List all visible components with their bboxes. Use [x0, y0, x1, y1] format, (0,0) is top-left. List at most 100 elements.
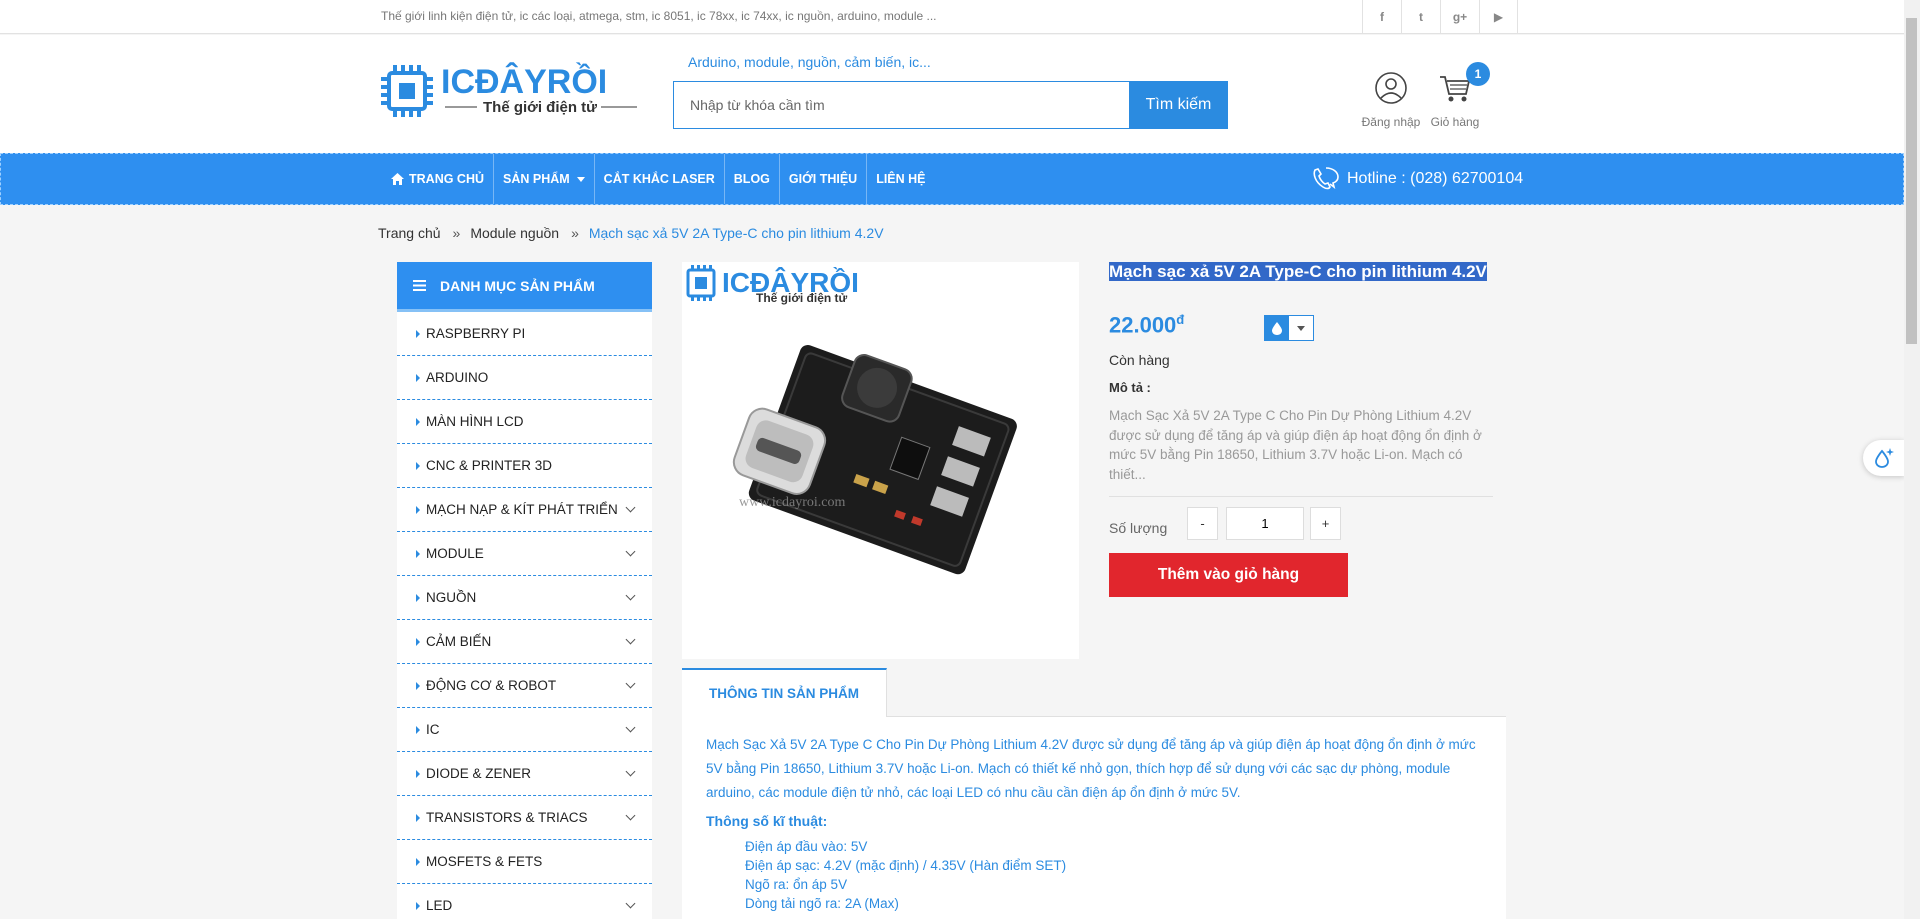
sidebar-item[interactable]: RASPBERRY PI: [397, 312, 652, 356]
nav-item-contact[interactable]: Liên hệ: [867, 154, 934, 204]
image-watermark-tagline: Thế giới điện tử: [756, 291, 848, 305]
scrollbar-thumb[interactable]: [1906, 18, 1917, 344]
variant-selector[interactable]: [1264, 315, 1314, 341]
sidebar-item[interactable]: ARDUINO: [397, 356, 652, 400]
product-description: Mạch Sạc Xả 5V 2A Type C Cho Pin Dự Phòn…: [706, 737, 1476, 800]
chevron-down-icon[interactable]: [625, 590, 636, 601]
breadcrumb: Trang chủ » Module nguồn » Mạch sạc xả 5…: [378, 225, 884, 241]
chevron-down-icon[interactable]: [625, 634, 636, 645]
quantity-input[interactable]: [1226, 507, 1304, 540]
sidebar-item[interactable]: ĐỘNG CƠ & ROBOT: [397, 664, 652, 708]
quantity-label: Số lượng: [1109, 520, 1168, 536]
chevron-down-icon[interactable]: [625, 766, 636, 777]
nav-item-products[interactable]: Sản phẩm: [494, 154, 595, 204]
breadcrumb-current: Mạch sạc xả 5V 2A Type-C cho pin lithium…: [588, 225, 884, 241]
hotline[interactable]: Hotline : (028) 62700104: [1311, 166, 1523, 192]
caret-right-icon: [416, 725, 420, 734]
nav-item-home[interactable]: Trang chủ: [382, 154, 494, 204]
product-image[interactable]: ICĐÂYRỒI Thế giới điện tử www.icdayroi.c…: [682, 262, 1079, 659]
social-links: f t g+ ▶: [1362, 0, 1518, 34]
google-plus-icon[interactable]: g+: [1440, 0, 1479, 34]
sidebar-item[interactable]: MODULE: [397, 532, 652, 576]
site-tagline: Thế giới linh kiện điện tử, ic các loại,…: [381, 9, 937, 23]
nav-item-about[interactable]: Giới thiệu: [780, 154, 868, 204]
stock-status: Còn hàng: [1109, 352, 1170, 368]
caret-right-icon: [416, 461, 420, 470]
currency-symbol: đ: [1176, 312, 1185, 327]
home-icon: [391, 173, 404, 185]
breadcrumb-home[interactable]: Trang chủ: [378, 225, 441, 241]
water-drop-icon: [1265, 316, 1289, 340]
phone-24h-icon: [1311, 166, 1341, 192]
site-logo[interactable]: ICĐÂYRỒI Thế giới điện tử: [381, 61, 643, 121]
facebook-icon[interactable]: f: [1362, 0, 1401, 34]
main-nav: Trang chủ Sản phẩm Cắt khắc laser Blog G…: [0, 153, 1904, 205]
chevron-down-icon[interactable]: [625, 678, 636, 689]
sidebar-item-label: RASPBERRY PI: [426, 326, 526, 341]
floating-widget-button[interactable]: [1863, 440, 1904, 476]
tab-strip: [887, 668, 1506, 717]
chevron-down-icon[interactable]: [625, 898, 636, 909]
caret-right-icon: [416, 857, 420, 866]
nav-item-laser[interactable]: Cắt khắc laser: [595, 154, 725, 204]
sidebar-item-label: CNC & PRINTER 3D: [426, 458, 553, 473]
tab-content: Mạch Sạc Xả 5V 2A Type C Cho Pin Dự Phòn…: [706, 733, 1486, 913]
spec-item: Điện áp sạc: 4.2V (mặc định) / 4.35V (Hà…: [745, 858, 1067, 873]
sidebar-item[interactable]: MẠCH NẠP & KÍT PHÁT TRIỂN: [397, 488, 652, 532]
chevron-down-icon[interactable]: [625, 810, 636, 821]
caret-right-icon: [416, 593, 420, 602]
login-label: Đăng nhập: [1361, 115, 1421, 129]
login-link[interactable]: Đăng nhập: [1356, 71, 1426, 129]
sidebar-item[interactable]: CẢM BIẾN: [397, 620, 652, 664]
category-header[interactable]: Danh mục sản phẩm: [397, 262, 652, 312]
caret-right-icon: [416, 901, 420, 910]
cart-count-badge: 1: [1466, 62, 1490, 86]
breadcrumb-separator-icon: »: [571, 225, 579, 241]
nav-item-blog[interactable]: Blog: [725, 154, 780, 204]
twitter-icon[interactable]: t: [1401, 0, 1440, 34]
search-input[interactable]: [673, 81, 1129, 129]
spec-list: Điện áp đầu vào: 5V Điện áp sạc: 4.2V (m…: [706, 837, 1486, 913]
add-to-cart-button[interactable]: Thêm vào giỏ hàng: [1109, 553, 1348, 597]
category-title: Danh mục sản phẩm: [440, 277, 595, 294]
description-heading: Mô tả :: [1109, 380, 1151, 395]
quantity-decrement-button[interactable]: -: [1187, 507, 1218, 540]
caret-down-icon: [576, 176, 585, 182]
breadcrumb-category[interactable]: Module nguồn: [470, 225, 559, 241]
spec-item: Ngõ ra: ổn áp 5V: [745, 877, 848, 892]
sidebar-item[interactable]: LED: [397, 884, 652, 919]
chevron-down-icon[interactable]: [625, 502, 636, 513]
top-bar: Thế giới linh kiện điện tử, ic các loại,…: [0, 0, 1904, 34]
cart-link[interactable]: 1 Giỏ hàng: [1425, 62, 1490, 129]
user-icon: [1375, 72, 1407, 104]
sidebar-item-label: NGUỒN: [426, 590, 477, 605]
caret-right-icon: [416, 373, 420, 382]
sidebar-item-label: MODULE: [426, 546, 484, 561]
sidebar-item[interactable]: IC: [397, 708, 652, 752]
chevron-down-icon[interactable]: [625, 722, 636, 733]
product-price: 22.000đ: [1109, 312, 1185, 338]
spec-heading: Thông số kĩ thuật:: [706, 813, 828, 829]
search-button[interactable]: Tìm kiếm: [1129, 81, 1228, 129]
tab-product-info[interactable]: Thông tin sản phẩm: [682, 668, 887, 717]
sidebar-item[interactable]: CNC & PRINTER 3D: [397, 444, 652, 488]
product-info: Mạch sạc xả 5V 2A Type-C cho pin lithium…: [1109, 262, 1493, 597]
chevron-down-icon[interactable]: [625, 546, 636, 557]
caret-right-icon: [416, 637, 420, 646]
sidebar-item[interactable]: MOSFETS & FETS: [397, 840, 652, 884]
sidebar-item[interactable]: DIODE & ZENER: [397, 752, 652, 796]
sidebar-item-label: CẢM BIẾN: [426, 634, 492, 649]
sidebar-item-label: ĐỘNG CƠ & ROBOT: [426, 678, 557, 693]
product-title: Mạch sạc xả 5V 2A Type-C cho pin lithium…: [1109, 262, 1487, 281]
sidebar-item[interactable]: TRANSISTORS & TRIACS: [397, 796, 652, 840]
nav-item-products-label: Sản phẩm: [503, 172, 570, 186]
quantity-increment-button[interactable]: +: [1310, 507, 1341, 540]
search-hint[interactable]: Arduino, module, nguồn, cảm biến, ic...: [688, 54, 931, 70]
short-description: Mạch Sạc Xả 5V 2A Type C Cho Pin Dự Phòn…: [1109, 406, 1493, 497]
spec-item: Dòng tải ngõ ra: 2A (Max): [745, 896, 899, 911]
site-header: ICĐÂYRỒI Thế giới điện tử Arduino, modul…: [0, 35, 1904, 153]
sidebar-item[interactable]: NGUỒN: [397, 576, 652, 620]
hotline-text: Hotline : (028) 62700104: [1347, 170, 1524, 187]
youtube-icon[interactable]: ▶: [1479, 0, 1518, 34]
sidebar-item[interactable]: MÀN HÌNH LCD: [397, 400, 652, 444]
